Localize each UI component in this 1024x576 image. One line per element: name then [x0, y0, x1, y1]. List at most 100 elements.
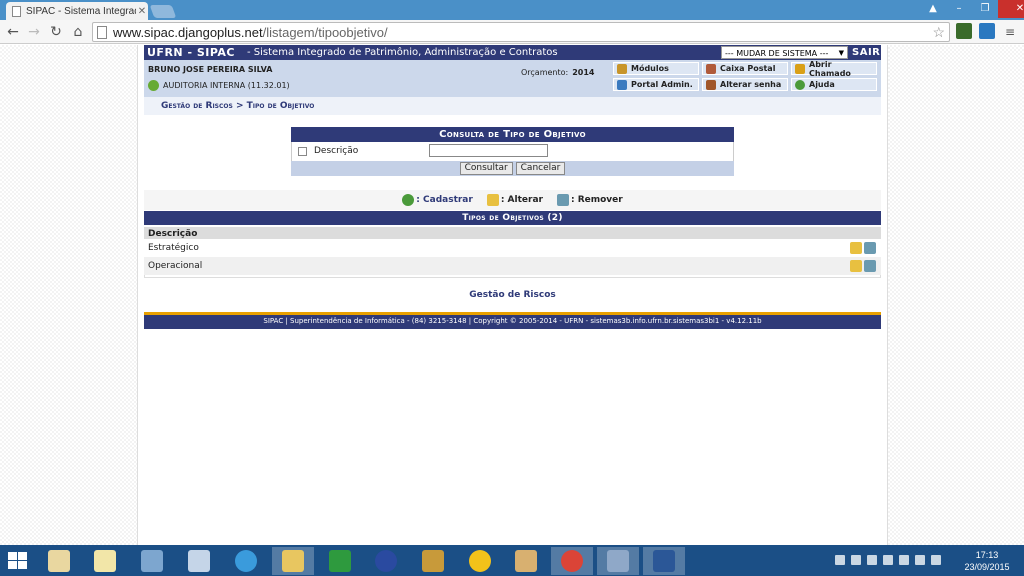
taskbar-store-app[interactable] [319, 547, 361, 575]
ticket-icon [795, 63, 805, 74]
close-tab-icon[interactable]: ✕ [136, 6, 148, 17]
module-home-link[interactable]: Gestão de Riscos [144, 290, 881, 300]
forward-icon[interactable]: → [26, 24, 42, 40]
mailbox-button[interactable]: Caixa Postal [702, 62, 788, 75]
folder-icon [48, 550, 70, 572]
add-icon [402, 194, 415, 206]
modules-button[interactable]: Módulos [613, 62, 699, 75]
description-input[interactable] [429, 144, 548, 157]
add-label: : Cadastrar [416, 195, 473, 205]
trash-icon[interactable] [864, 242, 876, 254]
description-filter-label: Descrição [314, 146, 359, 156]
budget: Orçamento: 2014 [521, 68, 595, 77]
open-ticket-button[interactable]: Abrir Chamado [791, 59, 877, 78]
cancel-button[interactable]: Cancelar [515, 162, 566, 175]
exit-link[interactable]: SAIR [852, 45, 880, 60]
change-system-select[interactable]: --- MUDAR DE SISTEMA --- ▼ [721, 46, 848, 59]
search-form: Consulta de Tipo de Objetivo Descrição C… [291, 127, 734, 176]
unit-label: AUDITORIA INTERNA (11.32.01) [163, 81, 290, 90]
paint-icon [515, 550, 537, 572]
search-button[interactable]: Consultar [459, 162, 513, 175]
internet-explorer-icon [235, 550, 257, 572]
browser-toolbar: ← → ↻ ⌂ www.sipac.djangoplus.net/listage… [0, 20, 1024, 44]
battery-icon[interactable] [883, 555, 893, 565]
legend-add[interactable]: : Cadastrar [402, 194, 473, 206]
new-tab-button[interactable] [149, 5, 177, 18]
page-container: UFRN - SIPAC - Sistema Integrado de Patr… [137, 45, 888, 545]
home-icon[interactable]: ⌂ [70, 24, 86, 40]
taskbar-help-app[interactable] [365, 547, 407, 575]
window-controls: ▲ – ❐ ✕ [920, 0, 1024, 18]
volume-icon[interactable] [915, 555, 925, 565]
taskbar-paint-app[interactable] [505, 547, 547, 575]
extension-icon[interactable] [956, 23, 972, 39]
table-row: Estratégico [144, 239, 881, 257]
url-path: /listagem/tipoobjetivo/ [262, 24, 388, 40]
taskbar-pycharm-app[interactable] [597, 547, 639, 575]
tray-arrow-icon[interactable] [835, 555, 845, 565]
edit-icon [486, 194, 499, 206]
table-bottom-border [144, 275, 881, 278]
system-name: UFRN - SIPAC [147, 46, 236, 59]
system-tray [835, 555, 941, 567]
taskbar-ie-app[interactable] [225, 547, 267, 575]
extension-s-icon[interactable] [979, 23, 995, 39]
table-row: Operacional [144, 257, 881, 275]
taskbar-remote-app[interactable] [178, 547, 220, 575]
trash-icon [556, 194, 569, 206]
taskbar-chrome-app[interactable] [551, 547, 593, 575]
bookmark-star-icon[interactable]: ☆ [932, 23, 945, 41]
edit-icon[interactable] [850, 242, 862, 254]
admin-portal-label: Portal Admin. [631, 80, 693, 89]
help-icon [795, 79, 805, 90]
checkmark-icon [469, 550, 491, 572]
maximize-button[interactable]: ❐ [972, 0, 998, 18]
minimize-button[interactable]: – [946, 0, 972, 18]
change-unit-icon[interactable] [148, 80, 159, 91]
wifi-icon[interactable] [899, 555, 909, 565]
taskbar-tool-app[interactable] [412, 547, 454, 575]
help-button[interactable]: Ajuda [791, 78, 877, 91]
user-icon[interactable]: ▲ [920, 0, 946, 18]
taskbar-calculator-app[interactable] [131, 547, 173, 575]
menu-icon[interactable]: ≡ [1002, 24, 1018, 40]
keyboard-icon[interactable] [931, 555, 941, 565]
breadcrumb: Gestão de Riscos > Tipo de Objetivo [144, 97, 881, 115]
store-icon [329, 550, 351, 572]
system-description: - Sistema Integrado de Patrimônio, Admin… [247, 47, 558, 58]
admin-portal-button[interactable]: Portal Admin. [613, 78, 699, 91]
description-filter-row: Descrição [291, 142, 734, 161]
taskbar-norton-app[interactable] [459, 547, 501, 575]
windows-start-icon[interactable] [8, 552, 28, 570]
edit-icon[interactable] [850, 260, 862, 272]
change-password-button[interactable]: Alterar senha [702, 78, 788, 91]
browser-tab[interactable]: SIPAC - Sistema Integrado ✕ [6, 2, 148, 20]
remove-label: : Remover [570, 195, 623, 205]
row-description: Estratégico [148, 243, 199, 253]
taskbar-notes-app[interactable] [84, 547, 126, 575]
system-bar: UFRN - SIPAC - Sistema Integrado de Patr… [144, 45, 881, 60]
flag-icon[interactable] [851, 555, 861, 565]
description-filter-checkbox[interactable] [298, 147, 307, 156]
objective-types-table: Tipos de Objetivos (2) Descrição Estraté… [144, 211, 881, 278]
search-form-actions: Consultar Cancelar [291, 161, 734, 176]
open-ticket-label: Abrir Chamado [809, 59, 851, 78]
page-footer: SIPAC | Superintendência de Informática … [144, 312, 881, 329]
trash-icon[interactable] [864, 260, 876, 272]
taskbar-word-app[interactable] [643, 547, 685, 575]
taskbar-clock[interactable]: 17:13 23/09/2015 [956, 549, 1018, 573]
chevron-down-icon: ▼ [838, 49, 844, 57]
reload-icon[interactable]: ↻ [48, 24, 64, 40]
network-icon[interactable] [867, 555, 877, 565]
address-bar[interactable]: www.sipac.djangoplus.net/listagem/tipoob… [92, 22, 950, 42]
taskbar-files-app[interactable] [38, 547, 80, 575]
back-icon[interactable]: ← [5, 24, 21, 40]
computer-icon [188, 550, 210, 572]
close-window-button[interactable]: ✕ [998, 0, 1024, 18]
actions-legend: : Cadastrar : Alterar : Remover [144, 190, 881, 210]
ide-icon [607, 550, 629, 572]
change-password-label: Alterar senha [720, 80, 782, 89]
taskbar-explorer-app[interactable] [272, 547, 314, 575]
admin-portal-icon [617, 79, 627, 90]
mailbox-icon [706, 63, 716, 74]
